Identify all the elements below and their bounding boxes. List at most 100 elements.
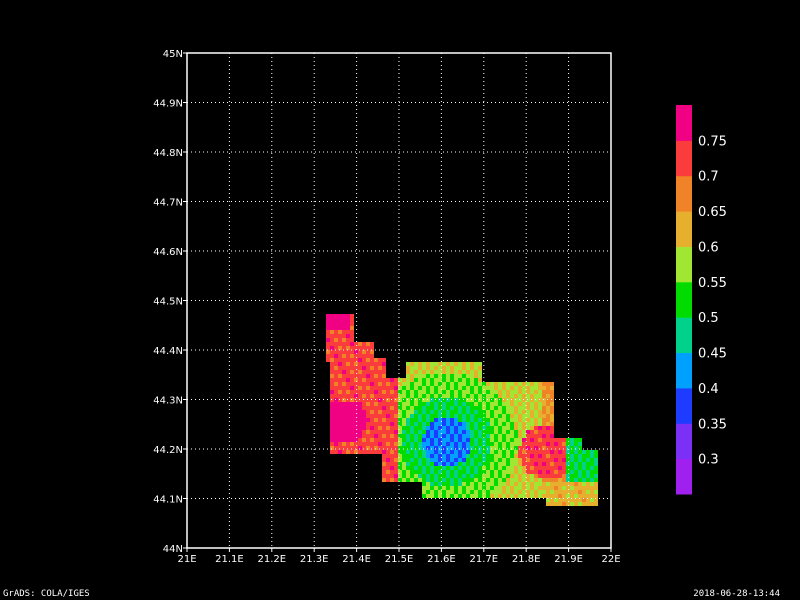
- field-cell: [366, 350, 370, 354]
- field-cell: [542, 462, 546, 466]
- field-cell: [566, 482, 570, 486]
- field-cell: [490, 450, 494, 454]
- field-cell: [326, 346, 330, 350]
- field-cell: [358, 382, 362, 386]
- field-cell: [442, 426, 446, 430]
- field-cell: [562, 494, 566, 498]
- field-cell: [442, 470, 446, 474]
- field-cell: [410, 422, 414, 426]
- field-cell: [462, 370, 466, 374]
- field-cell: [462, 438, 466, 442]
- field-cell: [494, 478, 498, 482]
- field-cell: [530, 494, 534, 498]
- field-cell: [370, 346, 374, 350]
- field-cell: [578, 474, 582, 478]
- field-cell: [514, 462, 518, 466]
- field-cell: [466, 374, 470, 378]
- field-cell: [514, 494, 518, 498]
- field-cell: [378, 358, 382, 362]
- field-cell: [546, 418, 550, 422]
- field-cell: [362, 418, 366, 422]
- field-cell: [378, 362, 382, 366]
- field-cell: [506, 402, 510, 406]
- field-cell: [542, 414, 546, 418]
- field-cell: [498, 386, 502, 390]
- field-cell: [454, 466, 458, 470]
- field-cell: [574, 458, 578, 462]
- field-cell: [466, 482, 470, 486]
- field-cell: [334, 430, 338, 434]
- field-cell: [330, 374, 334, 378]
- field-cell: [478, 406, 482, 410]
- field-cell: [426, 462, 430, 466]
- field-cell: [374, 362, 378, 366]
- field-cell: [450, 462, 454, 466]
- field-cell: [374, 442, 378, 446]
- field-cell: [402, 478, 406, 482]
- field-cell: [338, 322, 342, 326]
- field-cell: [470, 386, 474, 390]
- field-cell: [390, 470, 394, 474]
- lat-tick-label: 44.6N: [153, 247, 183, 258]
- field-cell: [518, 386, 522, 390]
- field-cell: [486, 478, 490, 482]
- field-cell: [506, 406, 510, 410]
- field-cell: [342, 430, 346, 434]
- field-cell: [434, 470, 438, 474]
- field-cell: [458, 378, 462, 382]
- field-cell: [582, 482, 586, 486]
- field-cell: [390, 458, 394, 462]
- field-cell: [594, 450, 598, 454]
- field-cell: [566, 490, 570, 494]
- field-cell: [338, 338, 342, 342]
- field-cell: [414, 418, 418, 422]
- field-cell: [326, 354, 330, 358]
- field-cell: [330, 386, 334, 390]
- field-cell: [494, 458, 498, 462]
- field-cell: [450, 362, 454, 366]
- field-cell: [326, 314, 330, 318]
- field-cell: [566, 474, 570, 478]
- field-cell: [446, 394, 450, 398]
- field-cell: [350, 334, 354, 338]
- field-cell: [422, 482, 426, 486]
- field-cell: [450, 438, 454, 442]
- field-cell: [478, 382, 482, 386]
- field-cell: [410, 474, 414, 478]
- field-cell: [414, 406, 418, 410]
- field-cell: [334, 354, 338, 358]
- field-cell: [518, 434, 522, 438]
- field-cell: [458, 454, 462, 458]
- field-cell: [326, 318, 330, 322]
- field-cell: [570, 494, 574, 498]
- field-cell: [382, 426, 386, 430]
- field-cell: [570, 442, 574, 446]
- field-cell: [542, 422, 546, 426]
- field-cell: [458, 414, 462, 418]
- field-cell: [458, 450, 462, 454]
- field-cell: [426, 422, 430, 426]
- field-cell: [422, 422, 426, 426]
- field-cell: [418, 418, 422, 422]
- field-cell: [466, 450, 470, 454]
- field-cell: [458, 374, 462, 378]
- field-cell: [346, 366, 350, 370]
- field-cell: [414, 454, 418, 458]
- field-cell: [586, 466, 590, 470]
- field-cell: [558, 458, 562, 462]
- field-cell: [354, 410, 358, 414]
- field-cell: [450, 494, 454, 498]
- field-cell: [434, 486, 438, 490]
- field-cell: [530, 382, 534, 386]
- field-cell: [346, 402, 350, 406]
- field-cell: [590, 462, 594, 466]
- field-cell: [454, 458, 458, 462]
- field-cell: [394, 450, 398, 454]
- field-cell: [550, 450, 554, 454]
- field-cell: [474, 470, 478, 474]
- field-cell: [434, 430, 438, 434]
- lon-tick-label: 21.9E: [554, 554, 583, 565]
- field-cell: [338, 358, 342, 362]
- field-cell: [554, 462, 558, 466]
- field-cell: [326, 338, 330, 342]
